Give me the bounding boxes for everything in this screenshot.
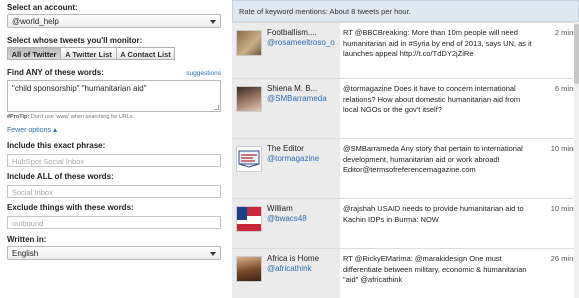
tweet-author-name: Footballism.... [267, 28, 317, 37]
search-settings-panel: Select an account: @world_help Select wh… [0, 0, 226, 298]
account-select[interactable]: @world_help [7, 14, 221, 28]
rate-banner: Rate of keyword mentions: About 8 tweets… [232, 0, 579, 22]
tweet-text: @rajshah USAID needs to provide humanita… [343, 204, 524, 224]
avatar[interactable] [236, 86, 262, 112]
flag-icon [237, 207, 261, 231]
fewer-options-label: Fewer options [7, 127, 51, 134]
tweet-stream-panel: Rate of keyword mentions: About 8 tweets… [232, 0, 579, 298]
keywords-header: Find ANY of these words: suggestions [7, 68, 221, 77]
monitor-option-contact-list[interactable]: A Contact List [117, 47, 175, 60]
monitor-segmented-control: All of Twitter A Twitter List A Contact … [7, 47, 221, 60]
protip: #ProTip: Don't use 'www' when searching … [7, 114, 221, 120]
tweet-text: RT @RickyEMarima: @marakidesign One must… [343, 254, 527, 284]
tweet-text: @tormagazine Does it have to concern int… [343, 84, 521, 114]
tweet-author-name: Shiena M. B... [267, 84, 318, 93]
tweet-row[interactable]: Footballism.... @rosameeltroso_o RT @BBC… [232, 22, 579, 78]
all-words-input[interactable]: Social Inbox [7, 185, 221, 198]
tweet-author-name: The Editor [267, 144, 304, 153]
triangle-up-icon [52, 128, 57, 132]
account-selected-value: @world_help [12, 17, 59, 26]
account-label: Select an account: [7, 3, 78, 12]
monitor-label: Select whose tweets you'll monitor: [7, 36, 143, 45]
avatar[interactable] [236, 146, 262, 172]
monitor-option-twitter-list[interactable]: A Twitter List [61, 47, 117, 60]
tweet-row[interactable]: The Editor @tormagazine @SMBarrameda Any… [232, 138, 579, 198]
magazine-logo-icon [238, 150, 260, 168]
tweet-row[interactable]: Africa is Home @africathink RT @RickyEMa… [232, 248, 579, 298]
keywords-textarea[interactable]: "child sponsorship" "humanitarian aid" [7, 80, 221, 112]
tweet-author-handle[interactable]: @SMBarrameda [267, 94, 327, 103]
chevron-down-icon [210, 20, 216, 24]
protip-text: Don't use 'www' when searching for URLs. [30, 114, 135, 120]
language-selected-value: English [12, 249, 39, 258]
tweet-author-handle[interactable]: @rosameeltroso_o [267, 38, 335, 47]
avatar[interactable] [236, 30, 262, 56]
tweet-author-handle[interactable]: @africathink [267, 264, 312, 273]
fewer-options-link[interactable]: Fewer options [7, 127, 221, 134]
suggestions-link[interactable]: suggestions [186, 70, 221, 77]
scrollbar-thumb[interactable] [574, 24, 579, 84]
all-words-label: Include ALL of these words: [7, 172, 114, 181]
tweet-author-name: William [267, 204, 293, 213]
monitor-option-all-of-twitter[interactable]: All of Twitter [7, 47, 61, 60]
exclude-words-input[interactable]: outbound [7, 216, 221, 229]
exclude-words-label: Exclude things with these words: [7, 203, 134, 212]
tweet-text: RT @BBCBreaking: More than 10m people wi… [343, 28, 532, 58]
avatar[interactable] [236, 206, 262, 232]
tweet-author-handle[interactable]: @tormagazine [267, 154, 319, 163]
tweet-row[interactable]: Shiena M. B... @SMBarrameda @tormagazine… [232, 78, 579, 138]
tweet-text: @SMBarrameda Any story that pertain to i… [343, 144, 523, 174]
chevron-down-icon [210, 252, 216, 256]
tweet-author-name: Africa is Home [267, 254, 320, 263]
tweet-author-handle[interactable]: @bwacs48 [267, 214, 307, 223]
tweet-list-scrollbar[interactable] [574, 22, 579, 298]
exact-phrase-input[interactable]: HubSpot Social Inbox [7, 154, 221, 167]
protip-bold: #ProTip: [7, 114, 30, 120]
exact-phrase-label: Include this exact phrase: [7, 141, 106, 150]
tweet-row[interactable]: William @bwacs48 @rajshah USAID needs to… [232, 198, 579, 248]
written-in-label: Written in: [7, 235, 47, 244]
resize-grip-icon[interactable] [214, 105, 219, 110]
language-select[interactable]: English [7, 246, 221, 260]
avatar[interactable] [236, 256, 262, 282]
keywords-value: "child sponsorship" "humanitarian aid" [12, 84, 147, 93]
keywords-label: Find ANY of these words: [7, 68, 104, 77]
